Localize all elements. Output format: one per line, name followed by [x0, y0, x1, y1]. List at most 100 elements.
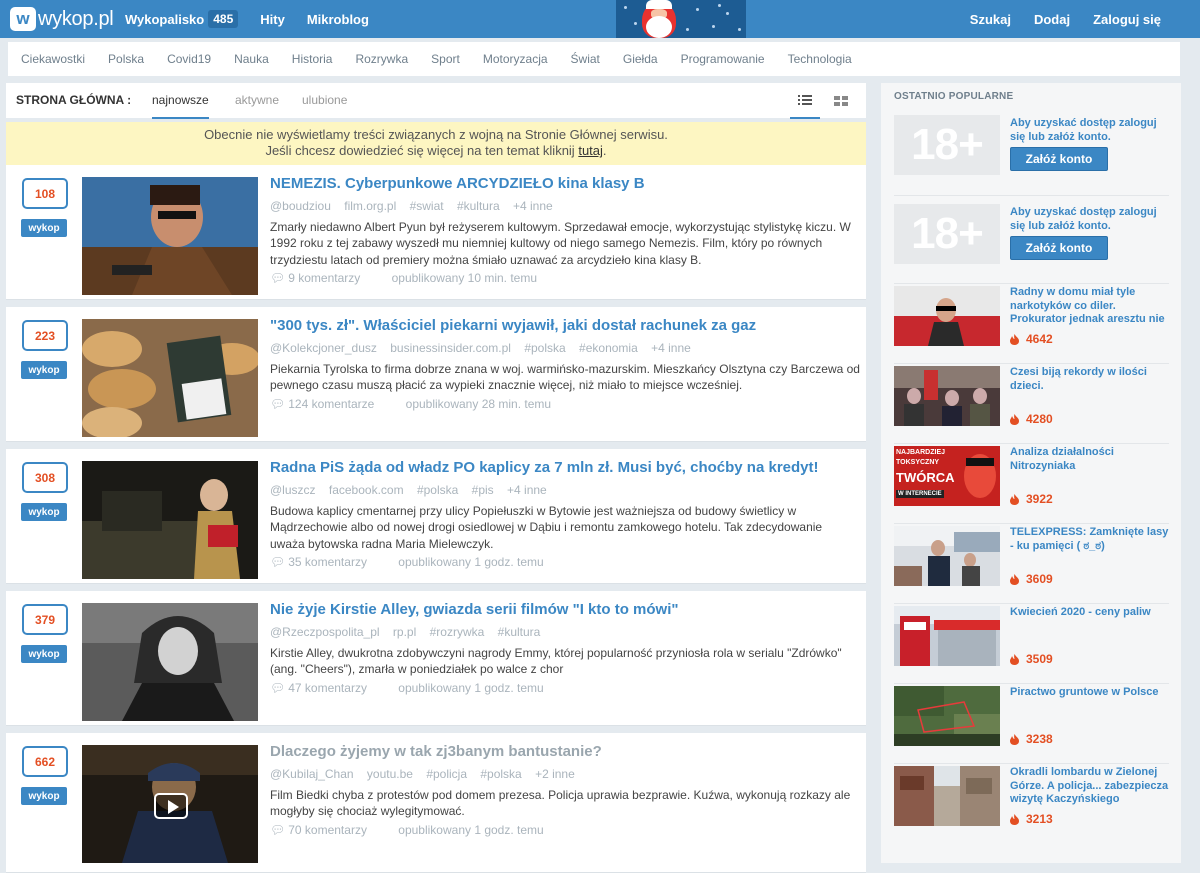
entry-tag[interactable]: #polska: [417, 483, 458, 497]
sidebar-item-title[interactable]: Okradli lombardu w Zielonej Górze. A pol…: [1010, 766, 1172, 807]
create-account-button[interactable]: Załóż konto: [1010, 236, 1108, 260]
wykop-button[interactable]: wykop: [21, 787, 67, 805]
sidebar-item-title[interactable]: Piractwo gruntowe w Polsce: [1010, 686, 1172, 700]
sidebar-thumbnail[interactable]: [894, 686, 1000, 746]
entry-more-tags[interactable]: +4 inne: [651, 341, 691, 355]
tab-ulubione[interactable]: ulubione: [302, 93, 347, 107]
sidebar-thumbnail[interactable]: [894, 606, 1000, 666]
nav-mikroblog[interactable]: Mikroblog: [307, 12, 369, 27]
category-motoryzacja[interactable]: Motoryzacja: [483, 52, 548, 66]
entry-thumbnail[interactable]: [82, 745, 258, 863]
category-gielda[interactable]: Giełda: [623, 52, 658, 66]
entry-more-tags[interactable]: +4 inne: [513, 199, 553, 213]
category-nauka[interactable]: Nauka: [234, 52, 269, 66]
sidebar-thumbnail[interactable]: [894, 286, 1000, 346]
wykop-button[interactable]: wykop: [21, 361, 67, 379]
sidebar-thumbnail[interactable]: [894, 366, 1000, 426]
entry-thumbnail[interactable]: [82, 319, 258, 437]
sidebar-item[interactable]: Piractwo gruntowe w Polsce 3238: [894, 683, 1169, 763]
entry-footer: 💬︎ 35 komentarzy opublikowany 1 godz. tem…: [270, 555, 558, 569]
entry-title[interactable]: NEMEZIS. Cyberpunkowe ARCYDZIEŁO kina kl…: [270, 175, 855, 192]
category-sport[interactable]: Sport: [431, 52, 460, 66]
sidebar-item[interactable]: TELEXPRESS: Zamknięte lasy - ku pamięci …: [894, 523, 1169, 603]
entry-meta: @Kubilaj_Chan youtu.be #policja #polska …: [270, 767, 585, 781]
entry-thumbnail[interactable]: [82, 461, 258, 579]
sidebar-item-title[interactable]: Kwiecień 2020 - ceny paliw: [1010, 606, 1172, 620]
comments-link[interactable]: 💬︎ 9 komentarzy: [270, 271, 374, 285]
entry-source[interactable]: film.org.pl: [344, 199, 396, 213]
category-rozrywka[interactable]: Rozrywka: [355, 52, 408, 66]
comments-link[interactable]: 💬︎ 124 komentarze: [270, 397, 388, 411]
entry-author[interactable]: @Kolekcjoner_dusz: [270, 341, 377, 355]
entry-tag[interactable]: #kultura: [498, 625, 541, 639]
adult-content-placeholder[interactable]: 18+: [894, 115, 1000, 175]
entry-source[interactable]: businessinsider.com.pl: [390, 341, 511, 355]
entry-title[interactable]: "300 tys. zł". Właściciel piekarni wyjaw…: [270, 317, 855, 334]
sidebar-thumbnail[interactable]: [894, 526, 1000, 586]
comments-link[interactable]: 💬︎ 35 komentarzy: [270, 555, 381, 569]
site-logo[interactable]: w wykop.pl: [10, 6, 114, 32]
entry-author[interactable]: @Rzeczpospolita_pl: [270, 625, 380, 639]
list-view-button[interactable]: [790, 83, 820, 119]
sidebar-item-votes: 4280: [1010, 412, 1053, 426]
comments-link[interactable]: 💬︎ 70 komentarzy: [270, 823, 381, 837]
entry-tag[interactable]: #pis: [472, 483, 494, 497]
wykop-button[interactable]: wykop: [21, 645, 67, 663]
comments-link[interactable]: 💬︎ 47 komentarzy: [270, 681, 381, 695]
entry-tag[interactable]: #polska: [480, 767, 521, 781]
vote-count: 223: [22, 320, 68, 351]
notice-link[interactable]: tutaj: [578, 143, 603, 158]
entry-author[interactable]: @boudziou: [270, 199, 331, 213]
entry-tag[interactable]: #kultura: [457, 199, 500, 213]
entry-tag[interactable]: #ekonomia: [579, 341, 638, 355]
category-ciekawostki[interactable]: Ciekawostki: [21, 52, 85, 66]
sidebar-item-title[interactable]: Analiza działalności Nitrozyniaka: [1010, 446, 1172, 473]
entry-tag[interactable]: #swiat: [410, 199, 444, 213]
sidebar-item[interactable]: Czesi biją rekordy w ilości dzieci. 4280: [894, 363, 1169, 443]
entry-tag[interactable]: #policja: [426, 767, 467, 781]
entry-source[interactable]: youtu.be: [367, 767, 413, 781]
sidebar-item[interactable]: Okradli lombardu w Zielonej Górze. A pol…: [894, 763, 1169, 843]
entry-author[interactable]: @luszcz: [270, 483, 316, 497]
category-programowanie[interactable]: Programowanie: [681, 52, 765, 66]
category-swiat[interactable]: Świat: [571, 52, 600, 66]
entry-thumbnail[interactable]: [82, 603, 258, 721]
entry-tag[interactable]: #rozrywka: [430, 625, 485, 639]
entry-more-tags[interactable]: +2 inne: [535, 767, 575, 781]
adult-content-placeholder[interactable]: 18+: [894, 204, 1000, 264]
sidebar-item[interactable]: NAJBARDZIEJ TOKSYCZNY TWÓRCA W INTERNECIE…: [894, 443, 1169, 523]
entry-title[interactable]: Radna PiS żąda od władz PO kaplicy za 7 …: [270, 459, 855, 476]
entry-more-tags[interactable]: +4 inne: [507, 483, 547, 497]
entry-description: Zmarły niedawno Albert Pyun był reżysere…: [270, 220, 851, 267]
tab-najnowsze[interactable]: najnowsze: [152, 93, 209, 119]
entry-tag[interactable]: #polska: [524, 341, 565, 355]
search-link[interactable]: Szukaj: [970, 12, 1011, 27]
category-polska[interactable]: Polska: [108, 52, 144, 66]
login-link[interactable]: Zaloguj się: [1093, 12, 1161, 27]
nav-hity[interactable]: Hity: [260, 12, 285, 27]
wykop-button[interactable]: wykop: [21, 219, 67, 237]
entry-title[interactable]: Nie żyje Kirstie Alley, gwiazda serii fi…: [270, 601, 855, 618]
sidebar-item[interactable]: Kwiecień 2020 - ceny paliw 3509: [894, 603, 1169, 683]
sidebar-item[interactable]: Radny w domu miał tyle narkotyków co dil…: [894, 283, 1169, 363]
sidebar-thumbnail[interactable]: NAJBARDZIEJ TOKSYCZNY TWÓRCA W INTERNECIE: [894, 446, 1000, 506]
sidebar-item-title[interactable]: Radny w domu miał tyle narkotyków co dil…: [1010, 286, 1172, 327]
entry-source[interactable]: facebook.com: [329, 483, 404, 497]
add-link[interactable]: Dodaj: [1034, 12, 1070, 27]
grid-view-button[interactable]: [826, 83, 856, 119]
category-technologia[interactable]: Technologia: [788, 52, 852, 66]
entry-thumbnail[interactable]: [82, 177, 258, 295]
sidebar-thumbnail[interactable]: [894, 766, 1000, 826]
category-covid19[interactable]: Covid19: [167, 52, 211, 66]
nav-wykopalisko[interactable]: Wykopalisko 485: [125, 10, 239, 28]
tab-aktywne[interactable]: aktywne: [235, 93, 279, 107]
entry-title[interactable]: Dlaczego żyjemy w tak zj3banym bantustan…: [270, 743, 855, 760]
sidebar-item-title[interactable]: Czesi biją rekordy w ilości dzieci.: [1010, 366, 1172, 393]
sidebar-item-title[interactable]: TELEXPRESS: Zamknięte lasy - ku pamięci …: [1010, 526, 1172, 553]
create-account-button[interactable]: Załóż konto: [1010, 147, 1108, 171]
entry-author[interactable]: @Kubilaj_Chan: [270, 767, 354, 781]
wykop-button[interactable]: wykop: [21, 503, 67, 521]
entry-source[interactable]: rp.pl: [393, 625, 416, 639]
published-time: opublikowany 10 min. temu: [391, 271, 538, 285]
category-historia[interactable]: Historia: [292, 52, 333, 66]
